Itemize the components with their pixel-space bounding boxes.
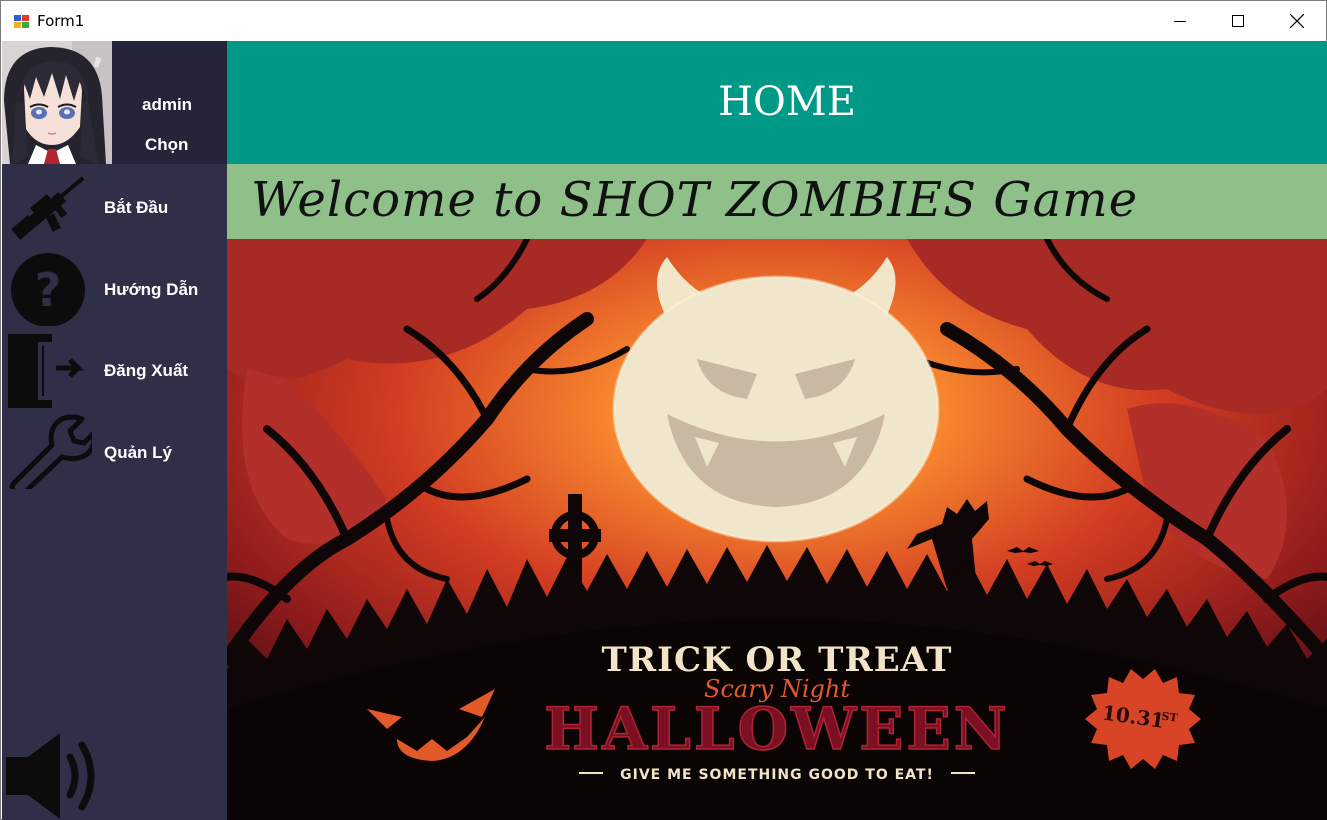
sidebar-item-label: Bắt Đầu [104,198,169,217]
username-label: admin [142,95,193,114]
profile-panel: admin Chọn [2,41,227,164]
sidebar: admin Chọn Bắt Đầu ? Hướng Dẫn Đăng Xuất… [2,41,227,820]
sidebar-item-guide[interactable]: ? Hướng Dẫn [2,248,227,328]
sidebar-item-label: Đăng Xuất [104,361,189,380]
rifle-icon [11,176,85,240]
sidebar-item-logout[interactable]: Đăng Xuất [2,330,227,410]
choose-avatar-button[interactable]: Chọn [145,135,188,155]
app-window: Form1 admin Chọn Bắt Đầu ? Hướng Dẫn Đăn… [0,0,1327,820]
question-circle-icon: ? [11,253,85,326]
sidebar-item-label: Hướng Dẫn [104,280,199,299]
header-bar: HOME [227,41,1327,164]
page-title: HOME [718,79,856,125]
sidebar-item-manage[interactable]: Quản Lý [2,411,227,491]
speaker-icon[interactable] [4,733,102,819]
sidebar-item-label: Quản Lý [104,443,173,462]
minimize-icon [1174,21,1186,22]
window-title: Form1 [37,12,85,30]
date-suffix-text: ST [1161,710,1180,725]
welcome-banner: Welcome to SHOT ZOMBIES Game [227,164,1327,239]
avatar[interactable] [2,41,112,164]
close-icon [1290,14,1304,28]
tagline-text: GIVE ME SOMETHING GOOD TO EAT! [620,767,934,783]
minimize-button[interactable] [1151,1,1209,41]
app-form-icon [13,13,30,30]
halloween-text: HALLOWEEN [544,695,1009,763]
trick-or-treat-text: TRICK OR TREAT [602,640,953,680]
wrench-icon [9,414,92,489]
title-bar[interactable]: Form1 [1,1,1326,41]
maximize-icon [1232,15,1244,27]
sidebar-item-start[interactable]: Bắt Đầu [2,167,227,247]
halloween-image: TRICK OR TREAT Scary Night HALLOWEEN GIV… [227,239,1327,820]
close-button[interactable] [1268,1,1326,41]
svg-text:?: ? [35,263,62,317]
logout-door-icon [8,334,85,408]
welcome-text: Welcome to SHOT ZOMBIES Game [251,172,1139,228]
maximize-button[interactable] [1209,1,1267,41]
